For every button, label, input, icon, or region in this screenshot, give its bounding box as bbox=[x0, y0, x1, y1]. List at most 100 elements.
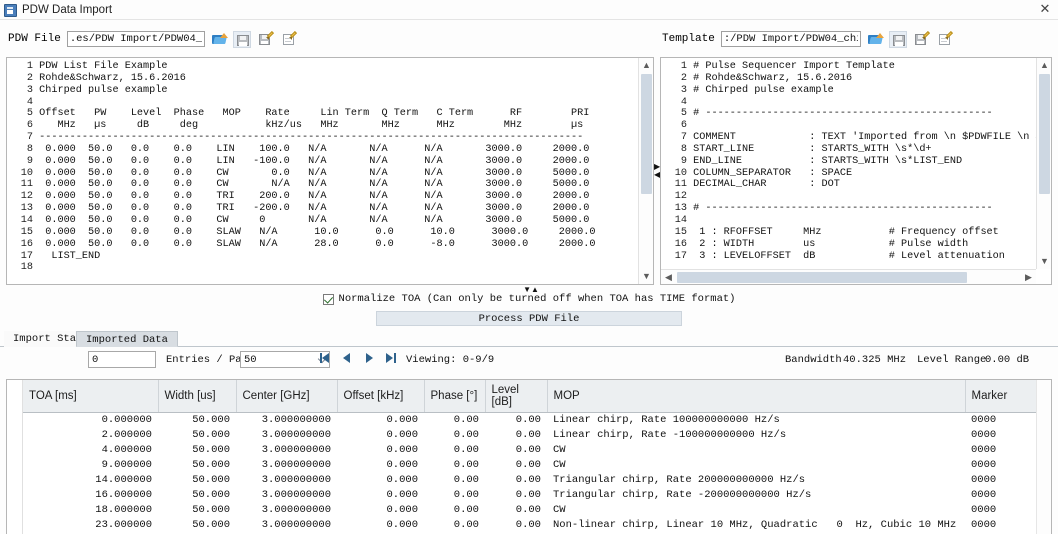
table-cell: 4.000000 bbox=[101, 444, 152, 456]
template-code-viewport: 1 # Pulse Sequencer Import Template 2 # … bbox=[661, 58, 1036, 269]
table-row[interactable]: 18.000000 50.000 3.000000000 0.000 0.00 0.00 C… bbox=[23, 503, 1051, 518]
table-cell: 0.00 bbox=[453, 474, 479, 486]
save-as-template-button[interactable] bbox=[912, 30, 930, 48]
pencil-icon bbox=[944, 30, 953, 40]
line-number: 13 bbox=[674, 203, 687, 215]
open-template-button[interactable] bbox=[866, 31, 884, 48]
pdw-file-input[interactable] bbox=[66, 31, 205, 47]
table-row[interactable]: 16.000000 50.000 3.000000000 0.000 0.00 0.00 T… bbox=[23, 488, 1051, 503]
scroll-left-icon[interactable]: ◀ bbox=[661, 270, 676, 284]
viewing-label: Viewing: 0-9/9 bbox=[406, 354, 495, 366]
skip-last-icon bbox=[394, 353, 396, 363]
template-horizontal-scrollbar[interactable]: ◀ ▶ bbox=[661, 269, 1036, 284]
line-number: 16 bbox=[674, 238, 687, 250]
column-header[interactable]: Phase [°] bbox=[424, 380, 486, 413]
line-number: 14 bbox=[674, 214, 687, 226]
entries-per-page-select[interactable]: 50 bbox=[240, 351, 330, 368]
pdw-vertical-scrollbar[interactable]: ▲ ▼ bbox=[638, 58, 653, 284]
table-row[interactable]: 4.000000 50.000 3.000000000 0.000 0.00 0.00 CW… bbox=[23, 443, 1051, 458]
scroll-right-icon[interactable]: ▶ bbox=[1021, 270, 1036, 284]
table-cell: 0.000 bbox=[386, 489, 418, 501]
table-cell: 50.000 bbox=[192, 474, 230, 486]
column-header[interactable]: MOP bbox=[547, 380, 966, 413]
table-cell: 18.000000 bbox=[95, 504, 152, 516]
column-header[interactable]: Width [us] bbox=[158, 380, 237, 413]
table-row[interactable]: 2.000000 50.000 3.000000000 0.000 0.00 0.00 Li… bbox=[23, 428, 1051, 443]
line-number: 9 bbox=[26, 155, 33, 167]
next-page-button[interactable] bbox=[364, 352, 376, 365]
process-pdw-file-button[interactable]: Process PDW File bbox=[376, 311, 682, 326]
save-file-button[interactable] bbox=[232, 30, 251, 48]
app-icon bbox=[4, 3, 17, 17]
tab-imported-data[interactable]: Imported Data bbox=[76, 331, 178, 347]
line-number: 7 bbox=[26, 132, 33, 144]
table-cell: 50.000 bbox=[192, 504, 230, 516]
results-tab-bar: Import Status Imported Data bbox=[0, 330, 1058, 347]
template-editor[interactable]: 1 # Pulse Sequencer Import Template 2 # … bbox=[660, 57, 1052, 285]
scrollbar-thumb[interactable] bbox=[677, 272, 967, 283]
pencil-overlay-icon bbox=[921, 30, 930, 40]
entries-per-page-value: 50 bbox=[244, 354, 257, 366]
start-line-input[interactable] bbox=[88, 351, 156, 368]
line-number: 13 bbox=[20, 203, 33, 215]
first-page-button[interactable] bbox=[320, 352, 332, 365]
check-icon bbox=[323, 293, 333, 304]
table-cell: 50.000 bbox=[192, 444, 230, 456]
process-controls: Normalize TOA (Can only be turned off wh… bbox=[0, 291, 1058, 326]
column-header[interactable]: Level [dB] bbox=[485, 380, 548, 413]
table-cell: 0.00 bbox=[453, 489, 479, 501]
save-disk-icon bbox=[236, 34, 249, 46]
line-number: 6 bbox=[26, 120, 33, 132]
table-row[interactable]: 23.000000 50.000 3.000000000 0.000 0.00 0.00 N… bbox=[23, 518, 1051, 533]
table-cell: 0.00 bbox=[453, 429, 479, 441]
line-number: 8 bbox=[680, 143, 687, 155]
pdw-file-editor[interactable]: 1 PDW List File Example 2 Rohde&Schwarz,… bbox=[6, 57, 654, 285]
column-header[interactable]: TOA [ms] bbox=[23, 380, 159, 413]
scroll-up-icon[interactable]: ▲ bbox=[1037, 58, 1051, 73]
table-cell: 0.00 bbox=[453, 519, 479, 531]
table-vertical-scrollbar[interactable] bbox=[1036, 380, 1051, 534]
table-cell: 0.000 bbox=[386, 444, 418, 456]
template-vertical-scrollbar[interactable]: ▲ ▼ bbox=[1036, 58, 1051, 269]
table-cell: 3.000000000 bbox=[261, 474, 331, 486]
save-template-button[interactable] bbox=[888, 30, 907, 48]
edit-file-button[interactable] bbox=[279, 30, 297, 48]
save-as-file-button[interactable] bbox=[256, 30, 274, 48]
scroll-down-icon[interactable]: ▼ bbox=[639, 269, 653, 284]
scroll-up-icon[interactable]: ▲ bbox=[639, 58, 653, 73]
normalize-toa-checkbox[interactable] bbox=[322, 293, 334, 305]
table-cell: CW bbox=[553, 459, 566, 471]
line-number: 12 bbox=[20, 191, 33, 203]
table-cell: 9.000000 bbox=[101, 459, 152, 471]
line-number: 12 bbox=[674, 191, 687, 203]
table-cell: Linear chirp, Rate -100000000000 Hz/s bbox=[553, 429, 787, 441]
column-header[interactable]: Center [GHz] bbox=[236, 380, 338, 413]
pencil-icon bbox=[288, 30, 297, 40]
table-body: 0.000000 50.000 3.000000000 0.000 0.00 0.00 Li… bbox=[23, 413, 1051, 534]
edit-template-button[interactable] bbox=[935, 30, 953, 48]
line-number: 10 bbox=[20, 167, 33, 179]
last-page-button[interactable] bbox=[386, 352, 398, 365]
template-file-input[interactable] bbox=[720, 31, 861, 47]
window-title: PDW Data Import bbox=[22, 3, 113, 16]
scrollbar-thumb[interactable] bbox=[1039, 74, 1050, 194]
table-row[interactable]: 0.000000 50.000 3.000000000 0.000 0.00 0.00 Li… bbox=[23, 413, 1051, 429]
line-number: 15 bbox=[674, 226, 687, 238]
bandwidth-label: Bandwidth bbox=[785, 354, 842, 366]
scrollbar-thumb[interactable] bbox=[641, 74, 652, 194]
column-header[interactable]: Offset [kHz] bbox=[337, 380, 425, 413]
table-row[interactable]: 14.000000 50.000 3.000000000 0.000 0.00 0.00 T… bbox=[23, 473, 1051, 488]
imported-data-table[interactable]: TOA [ms] Width [us] Center [GHz] Offset [kH… bbox=[6, 379, 1052, 534]
pdw-file-row: PDW File bbox=[8, 29, 297, 49]
data-toolbar: Start Line Entries / Page 50 Viewing: 0-… bbox=[0, 348, 1058, 375]
table-row[interactable]: 9.000000 50.000 3.000000000 0.000 0.00 0.00 CW… bbox=[23, 458, 1051, 473]
table-cell: 0.00 bbox=[515, 444, 541, 456]
scroll-down-icon[interactable]: ▼ bbox=[1037, 254, 1051, 269]
prev-icon bbox=[343, 353, 350, 363]
close-icon[interactable]: ✕ bbox=[1038, 2, 1052, 16]
table-cell: Linear chirp, Rate 100000000000 Hz/s bbox=[553, 414, 780, 426]
prev-page-button[interactable] bbox=[341, 352, 353, 365]
open-file-button[interactable] bbox=[210, 31, 228, 48]
table-cell: 0.00 bbox=[453, 444, 479, 456]
table-cell: 0.00 bbox=[515, 429, 541, 441]
